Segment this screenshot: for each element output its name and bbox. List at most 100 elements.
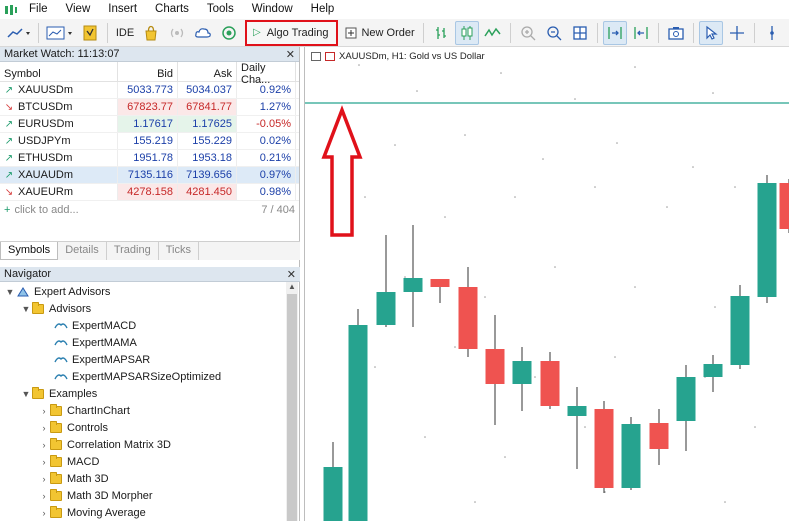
candlestick-plot[interactable] [305, 47, 789, 521]
scroll-up-icon[interactable]: ▲ [286, 282, 298, 294]
close-icon[interactable]: ✕ [287, 268, 296, 281]
tile-windows-icon[interactable] [568, 21, 592, 45]
tab-ticks[interactable]: Ticks [159, 242, 199, 260]
bullish-candle[interactable] [512, 361, 532, 384]
menu-help[interactable]: Help [302, 0, 344, 19]
tree-item-example[interactable]: › ChartInChart [0, 402, 300, 419]
bid-value: 5033.773 [118, 82, 178, 98]
bullish-candle[interactable] [757, 183, 777, 297]
autoscroll-icon[interactable] [629, 21, 653, 45]
bullish-candle[interactable] [348, 325, 368, 521]
market-icon[interactable] [139, 21, 163, 45]
bearish-candle[interactable] [430, 279, 450, 287]
cursor-icon[interactable] [698, 20, 723, 45]
menu-window[interactable]: Window [243, 0, 302, 19]
chevron-right-icon[interactable]: › [38, 423, 50, 433]
chart-type-dropdown[interactable] [5, 21, 33, 45]
table-row[interactable]: ↗ ETHUSDm 1951.78 1953.18 0.21% [0, 150, 299, 167]
tab-details[interactable]: Details [58, 242, 107, 260]
ask-value: 5034.037 [178, 82, 237, 98]
candlestick-chart-icon[interactable] [454, 20, 479, 45]
bearish-candle[interactable] [485, 349, 505, 384]
vps-cloud-icon[interactable] [191, 21, 215, 45]
chevron-down-icon[interactable]: ▼ [4, 287, 16, 297]
algo-trading-button[interactable]: ▷ Algo Trading [245, 19, 339, 46]
table-row[interactable]: ↗ EURUSDm 1.17617 1.17625 -0.05% [0, 116, 299, 133]
tab-trading[interactable]: Trading [107, 242, 159, 260]
menu-tools[interactable]: Tools [198, 0, 243, 19]
zoom-out-icon[interactable] [542, 21, 566, 45]
chevron-right-icon[interactable]: › [38, 491, 50, 501]
chevron-right-icon[interactable]: › [38, 440, 50, 450]
menu-insert[interactable]: Insert [99, 0, 146, 19]
tree-item-example[interactable]: › Math 3D Morpher [0, 487, 300, 504]
bullish-candle[interactable] [676, 377, 696, 421]
new-order-label: New Order [361, 26, 415, 39]
vertical-line-icon[interactable] [760, 21, 784, 45]
scrollbar-thumb[interactable] [287, 294, 297, 521]
tree-item-advisor[interactable]: ExpertMAMA [0, 334, 300, 351]
tree-item-advisor[interactable]: ExpertMAPSARSizeOptimized [0, 368, 300, 385]
tree-item-example[interactable]: › Correlation Matrix 3D [0, 436, 300, 453]
table-row[interactable]: ↘ BTCUSDm 67823.77 67841.77 1.27% [0, 99, 299, 116]
bullish-candle[interactable] [376, 292, 396, 325]
tree-item-example[interactable]: › Math 3D [0, 470, 300, 487]
bullish-candle[interactable] [403, 278, 423, 292]
crosshair-icon[interactable] [725, 21, 749, 45]
tree-item-examples[interactable]: ▼ Examples [0, 385, 300, 402]
symbol-name: XAUAUDm [18, 169, 74, 181]
tree-item-example[interactable]: › MACD [0, 453, 300, 470]
tree-item-advisor[interactable]: ExpertMAPSAR [0, 351, 300, 368]
add-symbol-row[interactable]: + click to add... 7 / 404 [0, 201, 299, 218]
bar-chart-icon[interactable] [429, 21, 453, 45]
chart-window-dropdown[interactable] [44, 21, 76, 45]
chart-shift-icon[interactable] [602, 20, 627, 45]
screenshot-icon[interactable] [664, 21, 688, 45]
chevron-right-icon[interactable]: › [38, 474, 50, 484]
table-row[interactable]: ↗ USDJPYm 155.219 155.229 0.02% [0, 133, 299, 150]
navigator-scrollbar[interactable]: ▲ [286, 282, 298, 521]
bearish-candle[interactable] [458, 287, 478, 349]
chevron-right-icon[interactable]: › [38, 457, 50, 467]
bearish-candle[interactable] [779, 183, 789, 229]
tree-item-advisors[interactable]: ▼ Advisors [0, 300, 300, 317]
bearish-candle[interactable] [594, 409, 614, 488]
bullish-candle[interactable] [567, 406, 587, 416]
chevron-right-icon[interactable]: › [38, 406, 50, 416]
tree-item-advisor[interactable]: ExpertMACD [0, 317, 300, 334]
bullish-candle[interactable] [730, 296, 750, 365]
bullish-candle[interactable] [621, 424, 641, 488]
symbol-name: ETHUSDm [18, 152, 73, 164]
signals-icon[interactable] [165, 21, 189, 45]
bullish-candle[interactable] [323, 467, 343, 521]
chevron-right-icon[interactable]: › [38, 508, 50, 518]
expert-advisor-icon [54, 320, 68, 332]
close-icon[interactable]: ✕ [286, 48, 295, 61]
chart-window[interactable]: XAUUSDm, H1: Gold vs US Dollar [304, 47, 789, 521]
expert-advisor-icon [54, 371, 68, 383]
chevron-down-icon[interactable]: ▼ [20, 389, 32, 399]
line-chart-icon[interactable] [481, 21, 505, 45]
menu-charts[interactable]: Charts [146, 0, 198, 19]
arrow-up-icon: ↗ [4, 118, 14, 130]
zoom-in-icon[interactable] [516, 21, 540, 45]
menu-file[interactable]: File [20, 0, 57, 19]
bearish-candle[interactable] [649, 423, 669, 449]
tree-item-example[interactable]: › Moving Average [0, 504, 300, 521]
templates-icon[interactable] [78, 21, 102, 45]
bearish-candle[interactable] [540, 361, 560, 406]
bid-value: 67823.77 [118, 99, 178, 115]
tree-item-expert-advisors[interactable]: ▼ Expert Advisors [0, 283, 300, 300]
arrow-up-icon: ↗ [4, 169, 14, 181]
table-row[interactable]: ↗ XAUUSDm 5033.773 5034.037 0.92% [0, 82, 299, 99]
table-row[interactable]: ↘ XAUEURm 4278.158 4281.450 0.98% [0, 184, 299, 201]
community-icon[interactable] [217, 21, 241, 45]
chevron-down-icon[interactable]: ▼ [20, 304, 32, 314]
table-row[interactable]: ↗ XAUAUDm 7135.116 7139.656 0.97% [0, 167, 299, 184]
tree-item-example[interactable]: › Controls [0, 419, 300, 436]
ide-button[interactable]: IDE [113, 21, 137, 45]
new-order-button[interactable]: New Order [341, 27, 418, 39]
tab-symbols[interactable]: Symbols [0, 242, 59, 260]
bullish-candle[interactable] [703, 364, 723, 377]
menu-view[interactable]: View [57, 0, 100, 19]
